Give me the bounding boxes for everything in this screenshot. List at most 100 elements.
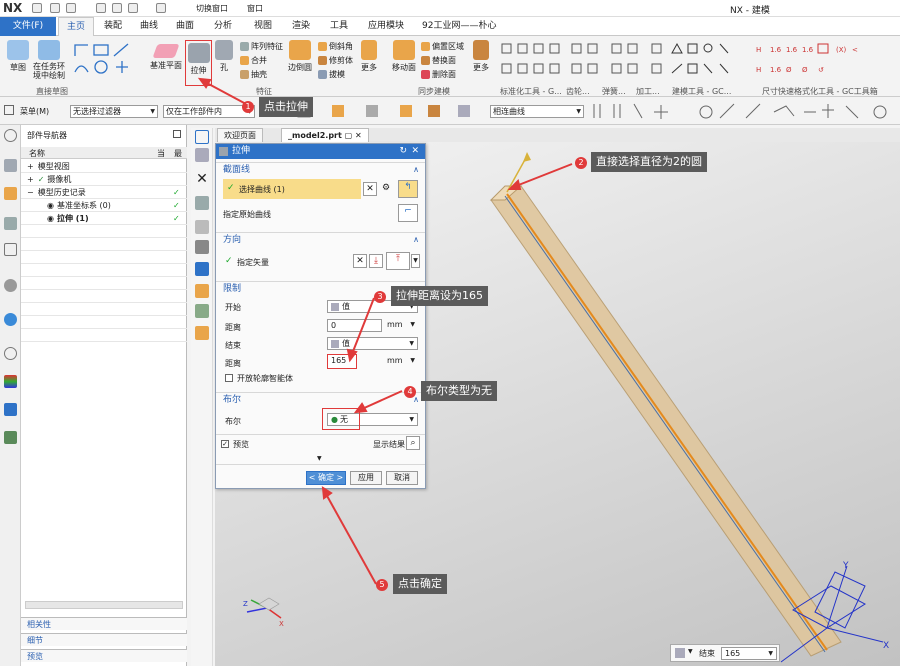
assembly-navigator-icon[interactable] xyxy=(4,159,17,172)
window-menu[interactable]: 窗口 xyxy=(247,3,263,14)
preview-checkbox[interactable]: ✓ xyxy=(221,440,229,448)
tab-tools[interactable]: 工具 xyxy=(322,17,356,36)
close-icon[interactable]: ✕ xyxy=(411,144,419,159)
column-current[interactable]: 当 xyxy=(157,148,165,159)
section-header-boolean[interactable]: 布尔 ∧ xyxy=(216,392,425,406)
copy-icon[interactable] xyxy=(112,3,122,13)
vector-dialog-icon[interactable]: ⤒ xyxy=(386,252,410,270)
show-result-icon[interactable]: ⌕ xyxy=(406,436,420,450)
tree-row-datum-csys[interactable]: ◉ 基准坐标系 (0) ✓ xyxy=(21,200,187,212)
panel-details[interactable]: 细节 xyxy=(21,633,187,646)
sketch-curve-tools[interactable] xyxy=(72,42,136,76)
layer-icon[interactable] xyxy=(195,240,209,254)
more-features-button[interactable]: 更多 xyxy=(356,40,382,73)
datum-plane-button[interactable]: 基准平面 xyxy=(150,40,182,71)
deselect-icon[interactable]: ✕ xyxy=(363,182,377,196)
curve-icon[interactable] xyxy=(195,130,209,144)
web-browser-icon[interactable] xyxy=(4,279,17,292)
chamfer-button[interactable]: 倒斜角 xyxy=(318,41,353,52)
menu-button[interactable]: 菜单(M) xyxy=(20,106,49,117)
draft-button[interactable]: 拔模 xyxy=(318,69,345,80)
paste-icon[interactable] xyxy=(128,3,138,13)
unite-button[interactable]: 合并 xyxy=(240,55,267,66)
tab-92-industry[interactable]: 92工业网——朴心 xyxy=(414,17,504,36)
curve-select-icon[interactable]: ↰ xyxy=(398,180,418,198)
tab-applications[interactable]: 应用模块 xyxy=(360,17,412,36)
value-type-icon[interactable] xyxy=(675,648,685,658)
move-face-button[interactable]: 移动面 xyxy=(390,40,418,73)
end-unit-select[interactable]: mm ▼ xyxy=(384,355,418,368)
start-distance-input[interactable]: 0 xyxy=(327,319,382,332)
tab-analysis[interactable]: 分析 xyxy=(206,17,240,36)
section-header-direction[interactable]: 方向 ∧ xyxy=(216,232,425,246)
tab-render[interactable]: 渲染 xyxy=(284,17,318,36)
tree-row-extrude[interactable]: ◉ 拉伸 (1) ✓ xyxy=(21,213,187,225)
reverse-vector-icon[interactable]: ✕ xyxy=(353,254,367,268)
delete-face-button[interactable]: 删除面 xyxy=(421,69,456,80)
tab-assembly[interactable]: 装配 xyxy=(96,17,130,36)
column-name[interactable]: 名称 xyxy=(29,148,45,159)
trim-body-button[interactable]: 修剪体 xyxy=(318,55,353,66)
replace-face-button[interactable]: 替换面 xyxy=(421,55,456,66)
system-materials-icon[interactable] xyxy=(4,431,17,444)
curve-rule-select[interactable]: 相连曲线 ▼ xyxy=(490,105,584,118)
sketch-section-icon[interactable]: ⚙ xyxy=(379,182,393,196)
hole-button[interactable]: 孔 xyxy=(214,40,234,73)
tab-file[interactable]: 文件(F) xyxy=(0,17,56,36)
save-icon[interactable] xyxy=(32,3,42,13)
tab-view[interactable]: 视图 xyxy=(246,17,280,36)
feature-icon[interactable] xyxy=(195,284,209,298)
part-navigator-icon[interactable] xyxy=(4,187,17,200)
ok-button[interactable]: < 确定 > xyxy=(306,471,346,485)
end-distance-input[interactable]: 165 xyxy=(327,354,357,369)
origin-curve-icon[interactable]: ⌐ xyxy=(398,204,418,222)
constraint-navigator-icon[interactable] xyxy=(4,217,17,230)
pattern-feature-button[interactable]: 阵列特征 xyxy=(240,41,283,52)
pattern-select-icon[interactable] xyxy=(195,326,209,340)
shell-button[interactable]: 抽壳 xyxy=(240,69,267,80)
panel-preview[interactable]: 预览 xyxy=(21,649,187,662)
tab-model2[interactable]: _model2.prt ▢ ✕ xyxy=(281,128,369,142)
tab-welcome[interactable]: 欢迎页面 xyxy=(217,128,263,142)
snap-tool-icons[interactable] xyxy=(590,102,900,122)
expand-caret[interactable]: ▼ xyxy=(317,455,322,462)
box-icon[interactable] xyxy=(195,196,209,210)
offset-region-button[interactable]: 偏置区域 xyxy=(421,41,464,52)
reuse-library-icon[interactable] xyxy=(4,243,17,256)
switch-window-button[interactable]: 切换窗口 xyxy=(196,3,228,14)
cancel-button[interactable]: 取消 xyxy=(386,471,418,485)
onscreen-end-value[interactable]: 165 ▼ xyxy=(721,647,777,660)
end-type-select[interactable]: 值 ▼ xyxy=(327,337,418,350)
select-curve-row[interactable]: ✓ 选择曲线 (1) xyxy=(223,179,361,199)
panel-dependencies[interactable]: 相关性 xyxy=(21,617,187,630)
redo-icon[interactable] xyxy=(66,3,76,13)
cut-icon[interactable] xyxy=(96,3,106,13)
section-header-curve[interactable]: 截面线 ∧ xyxy=(216,162,425,176)
reset-icon[interactable]: ↻ xyxy=(399,144,407,159)
block-icon[interactable] xyxy=(195,148,209,162)
tree-row-model-history[interactable]: − 模型历史记录 ✓ xyxy=(21,187,187,199)
tab-surface[interactable]: 曲面 xyxy=(168,17,202,36)
tab-curve[interactable]: 曲线 xyxy=(132,17,166,36)
maximize-icon[interactable] xyxy=(173,130,181,138)
reverse-direction-icon[interactable]: ⤓ xyxy=(369,254,383,268)
task-sketch-button[interactable]: 在任务环境中绘制 xyxy=(32,40,66,80)
history-clock-icon[interactable] xyxy=(4,347,17,360)
tree-row-cameras[interactable]: + ✓ 摄像机 xyxy=(21,174,187,186)
palette-icon[interactable] xyxy=(4,375,17,388)
sketch-button[interactable]: 草图 xyxy=(4,40,32,73)
open-profile-checkbox[interactable] xyxy=(225,374,233,382)
extrude-button[interactable]: 拉伸 xyxy=(185,40,212,86)
solid-icon[interactable] xyxy=(195,220,209,234)
tab-home[interactable]: 主页 xyxy=(58,17,95,36)
toolbox-icon-grid[interactable]: H 1.6 1.6 1.6 (X) < H 1.6 Ø Ø ↺ xyxy=(500,42,900,82)
vector-dropdown[interactable]: ▼ xyxy=(411,254,420,268)
undo-icon[interactable] xyxy=(50,3,60,13)
apply-button[interactable]: 应用 xyxy=(350,471,382,485)
more-sync-button[interactable]: 更多 xyxy=(468,40,494,73)
navigator-scrollbar[interactable] xyxy=(25,601,183,609)
globe-icon[interactable] xyxy=(4,313,17,326)
tree-row-model-views[interactable]: + 模型视图 xyxy=(21,161,187,173)
column-latest[interactable]: 最 xyxy=(174,148,182,159)
selection-filter-select[interactable]: 无选择过滤器 ▼ xyxy=(70,105,158,118)
